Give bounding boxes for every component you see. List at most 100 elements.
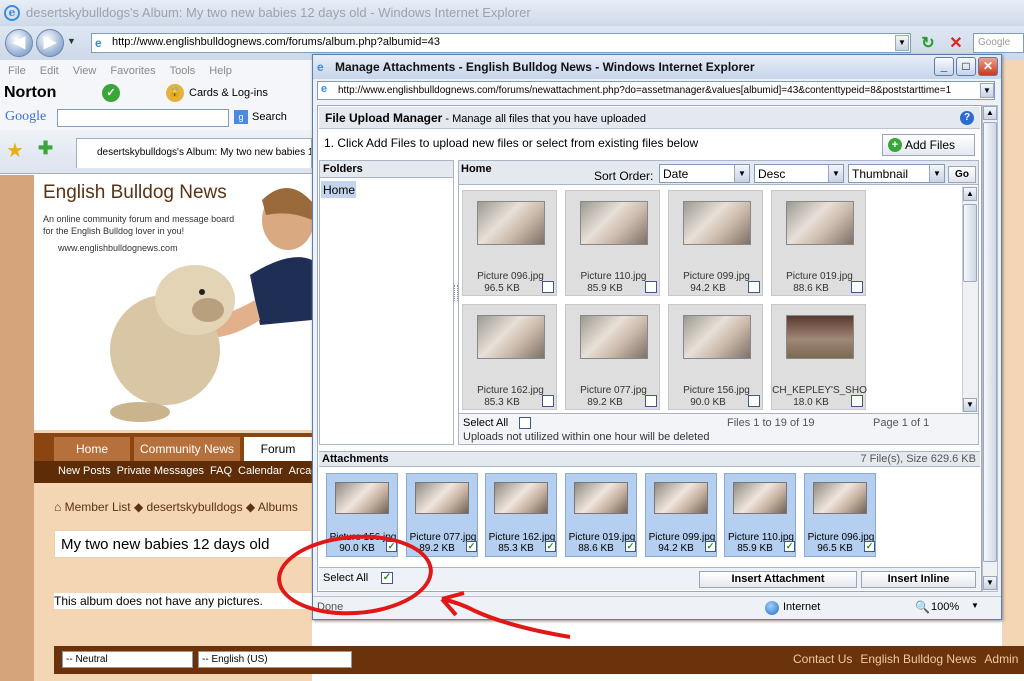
forward-icon[interactable]: ▶ (36, 29, 64, 57)
menu-tools[interactable]: Tools (170, 65, 196, 77)
nav-tab-community-news[interactable]: Community News (134, 437, 240, 461)
file-tile[interactable]: Picture 110.jpg 85.9 KB (565, 190, 660, 296)
back-icon[interactable]: ◀ (5, 29, 33, 57)
file-tile[interactable]: Picture 162.jpg 85.3 KB (462, 304, 557, 410)
address-text: http://www.englishbulldognews.com/forums… (112, 36, 441, 48)
scroll-up-icon[interactable]: ▲ (963, 187, 977, 201)
nav-tab-home[interactable]: Home (54, 437, 130, 461)
attachment-tile[interactable]: Picture 077.jpg 89.2 KB ✓ (406, 473, 478, 557)
subnav-calendar[interactable]: Calendar (238, 465, 283, 477)
go-button[interactable]: Go (948, 166, 976, 183)
attachment-tile[interactable]: Picture 096.jpg 96.5 KB ✓ (804, 473, 876, 557)
subnav-new-posts[interactable]: New Posts (58, 465, 111, 477)
popup-scroll-down-icon[interactable]: ▼ (983, 576, 997, 590)
address-dropdown-icon[interactable]: ▼ (895, 35, 909, 51)
window-title-bar: desertskybulldogs's Album: My two new ba… (0, 0, 1024, 26)
popup-scroll-up-icon[interactable]: ▲ (983, 106, 997, 120)
breadcrumb-albums[interactable]: Albums (258, 500, 298, 514)
attachment-checkbox[interactable]: ✓ (705, 541, 716, 552)
attachment-tile[interactable]: Picture 110.jpg 85.9 KB ✓ (724, 473, 796, 557)
norton-button[interactable]: Norton (4, 84, 56, 102)
attachment-tile[interactable]: Picture 162.jpg 85.3 KB ✓ (485, 473, 557, 557)
help-icon[interactable]: ? (960, 111, 974, 125)
attachment-checkbox[interactable]: ✓ (864, 541, 875, 552)
popup-scroll-thumb[interactable] (983, 122, 997, 562)
files-scroll-thumb[interactable] (963, 204, 977, 282)
favorites-star-icon[interactable]: ★ (6, 138, 24, 163)
sort-field-select[interactable]: Date ▼ (659, 164, 750, 183)
files-select-all-checkbox[interactable] (519, 417, 531, 429)
google-search-input[interactable] (57, 109, 229, 127)
file-checkbox[interactable] (748, 395, 760, 407)
nav-tab-forum[interactable]: Forum (244, 437, 312, 461)
file-checkbox[interactable] (645, 395, 657, 407)
file-tile[interactable]: Picture 019.jpg 88.6 KB (771, 190, 866, 296)
upload-instruction: 1. Click Add Files to upload new files o… (324, 136, 699, 150)
style-select[interactable]: -- Neutral (62, 651, 193, 668)
attachment-tile[interactable]: Picture 099.jpg 94.2 KB ✓ (645, 473, 717, 557)
file-checkbox[interactable] (748, 281, 760, 293)
google-search-button[interactable]: Search (252, 111, 287, 123)
subnav-arcade[interactable]: Arcade (289, 465, 312, 477)
minimize-icon[interactable]: _ (934, 57, 954, 76)
zoom-level[interactable]: 100% (931, 601, 959, 613)
footer-site-link[interactable]: English Bulldog News (860, 652, 976, 666)
attachment-checkbox[interactable]: ✓ (784, 541, 795, 552)
menu-file[interactable]: File (8, 65, 26, 77)
home-icon[interactable]: ⌂ (54, 500, 61, 514)
insert-attachment-button[interactable]: Insert Attachment (699, 571, 857, 588)
address-bar[interactable]: http://www.englishbulldognews.com/forums… (91, 33, 911, 53)
attachment-checkbox[interactable]: ✓ (625, 541, 636, 552)
language-select[interactable]: -- English (US) (198, 651, 352, 668)
breadcrumb-member-list[interactable]: Member List (65, 500, 131, 514)
file-tile[interactable]: Picture 156.jpg 90.0 KB (668, 304, 763, 410)
folder-home[interactable]: Home (321, 181, 356, 198)
folders-panel (319, 160, 454, 445)
manager-subtitle: - Manage all files that you have uploade… (445, 113, 646, 125)
attachment-size: 85.9 KB (737, 543, 773, 554)
attachment-checkbox[interactable]: ✓ (545, 541, 556, 552)
attachment-checkbox[interactable]: ✓ (466, 541, 477, 552)
insert-inline-button[interactable]: Insert Inline (861, 571, 976, 588)
menu-view[interactable]: View (73, 65, 97, 77)
norton-check-icon[interactable]: ✓ (102, 84, 120, 102)
footer-admin[interactable]: Admin (984, 652, 1018, 666)
menu-edit[interactable]: Edit (40, 65, 59, 77)
scroll-down-icon[interactable]: ▼ (963, 398, 977, 412)
popup-page-icon: e (321, 83, 328, 95)
file-tile[interactable]: Picture 077.jpg 89.2 KB (565, 304, 660, 410)
subnav-private-messages[interactable]: Private Messages (117, 465, 204, 477)
search-input[interactable]: Google (973, 33, 1024, 53)
album-title: My two new babies 12 days old (54, 530, 312, 558)
refresh-icon[interactable]: ↻ (917, 33, 939, 53)
popup-address-dropdown-icon[interactable]: ▼ (980, 83, 994, 98)
subnav-faq[interactable]: FAQ (210, 465, 232, 477)
history-dropdown-icon[interactable]: ▼ (67, 36, 76, 46)
browser-tab[interactable]: desertskybulldogs's Album: My two new ba… (76, 138, 312, 168)
file-checkbox[interactable] (542, 395, 554, 407)
breadcrumb-user[interactable]: desertskybulldogs (147, 500, 243, 514)
zoom-icon[interactable]: 🔍 (915, 600, 930, 614)
file-checkbox[interactable] (542, 281, 554, 293)
add-favorites-icon[interactable]: ✚ (38, 138, 53, 159)
breadcrumb: ⌂ Member List ◆ desertskybulldogs ◆ Albu… (54, 500, 298, 514)
file-checkbox[interactable] (851, 395, 863, 407)
sort-direction-select[interactable]: Desc ▼ (754, 164, 844, 183)
maximize-icon[interactable]: □ (956, 57, 976, 76)
sort-field-value: Date (663, 167, 689, 181)
cards-logins-button[interactable]: Cards & Log-ins (189, 87, 268, 99)
menu-favorites[interactable]: Favorites (110, 65, 155, 77)
attachment-tile[interactable]: Picture 019.jpg 88.6 KB ✓ (565, 473, 637, 557)
file-tile[interactable]: Picture 096.jpg 96.5 KB (462, 190, 557, 296)
file-checkbox[interactable] (851, 281, 863, 293)
footer-contact-us[interactable]: Contact Us (793, 652, 852, 666)
file-tile[interactable]: CH_KEPLEY'S_SHO 18.0 KB (771, 304, 867, 410)
close-icon[interactable]: ✕ (978, 57, 998, 76)
zoom-dropdown-icon[interactable]: ▼ (971, 601, 979, 610)
menu-help[interactable]: Help (209, 65, 232, 77)
file-checkbox[interactable] (645, 281, 657, 293)
view-mode-select[interactable]: Thumbnail ▼ (848, 164, 945, 183)
file-tile[interactable]: Picture 099.jpg 94.2 KB (668, 190, 763, 296)
popup-address-bar[interactable]: http://www.englishbulldognews.com/forums… (317, 81, 995, 100)
stop-icon[interactable]: ✕ (945, 33, 967, 53)
